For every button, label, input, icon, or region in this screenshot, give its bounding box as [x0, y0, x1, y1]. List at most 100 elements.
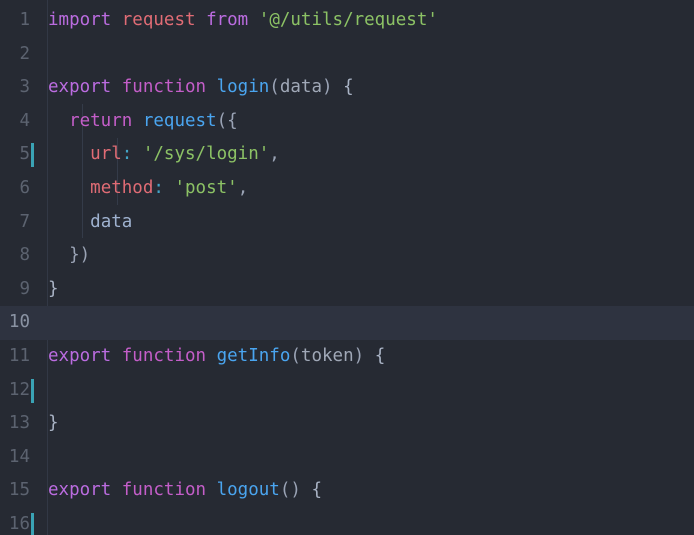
- line-number: 6: [19, 177, 30, 198]
- code-line[interactable]: 6 method: 'post',: [0, 172, 694, 206]
- code-token: from: [206, 10, 249, 30]
- line-number: 16: [8, 513, 30, 534]
- code-line-content[interactable]: method: 'post',: [30, 172, 694, 206]
- code-token: ({: [216, 110, 238, 131]
- code-token: function: [121, 480, 207, 501]
- code-line-content[interactable]: export function logout() {: [30, 474, 694, 508]
- code-token: '/sys/login': [142, 144, 270, 165]
- code-line[interactable]: 15 export function logout() {: [0, 474, 694, 508]
- code-token: }: [48, 413, 59, 434]
- code-line-content[interactable]: import request from '@/utils/request': [30, 4, 694, 38]
- code-token: import: [48, 10, 112, 30]
- line-number: 14: [8, 446, 30, 467]
- code-token: login: [216, 77, 270, 98]
- code-token: (: [269, 77, 280, 98]
- line-number: 2: [19, 43, 30, 64]
- code-line-content[interactable]: }: [30, 273, 694, 307]
- code-line-content[interactable]: return request({: [30, 105, 694, 139]
- code-line[interactable]: 1 import request from '@/utils/request': [0, 4, 694, 38]
- code-line[interactable]: 4 return request({: [0, 105, 694, 139]
- code-token: }: [48, 278, 59, 299]
- code-token: ): [322, 77, 333, 98]
- code-line[interactable]: 2: [0, 38, 694, 72]
- code-token: ,: [237, 177, 249, 198]
- line-number: 7: [19, 211, 30, 232]
- code-editor[interactable]: 1 import request from '@/utils/request' 2 3…: [0, 0, 694, 535]
- code-line[interactable]: 11 export function getInfo(token) {: [0, 340, 694, 374]
- code-token: ): [353, 345, 365, 366]
- line-number: 11: [8, 345, 30, 366]
- code-token: url: [90, 144, 122, 165]
- code-token: method: [90, 177, 154, 198]
- code-line-content[interactable]: }: [30, 407, 694, 441]
- code-line[interactable]: 3 export function login(data) {: [0, 71, 694, 105]
- code-line[interactable]: 16: [0, 508, 694, 535]
- code-token: (: [290, 345, 301, 366]
- code-token: data: [90, 211, 133, 232]
- code-token: return: [69, 110, 133, 131]
- code-line-list[interactable]: 1 import request from '@/utils/request' 2 3…: [0, 4, 694, 535]
- code-line-content[interactable]: data: [30, 206, 694, 240]
- line-number: 12: [8, 379, 30, 400]
- code-line[interactable]: 10: [0, 306, 694, 340]
- code-token: ,: [269, 144, 280, 165]
- code-token: 'post': [174, 177, 238, 198]
- code-token: getInfo: [216, 345, 291, 366]
- code-token: }): [69, 245, 91, 266]
- code-token: function: [121, 345, 207, 366]
- code-token: export: [48, 345, 112, 366]
- code-line[interactable]: 9}: [0, 273, 694, 307]
- code-line-content[interactable]: }): [30, 239, 694, 273]
- line-number: 13: [8, 413, 30, 434]
- line-number: 15: [8, 480, 30, 501]
- code-line[interactable]: 5 url: '/sys/login',: [0, 138, 694, 172]
- code-line[interactable]: 7 data: [0, 206, 694, 240]
- code-line-content[interactable]: export function login(data) {: [30, 71, 694, 105]
- line-number: 5: [19, 144, 30, 165]
- code-token: token: [300, 345, 354, 366]
- code-token: logout: [216, 480, 280, 501]
- code-line[interactable]: 14: [0, 441, 694, 475]
- code-line-content[interactable]: url: '/sys/login',: [30, 138, 694, 172]
- code-token: {: [343, 77, 354, 98]
- code-token: {: [311, 480, 322, 501]
- line-number: 4: [19, 110, 30, 131]
- code-line[interactable]: 8 }): [0, 239, 694, 273]
- line-number: 3: [19, 77, 30, 98]
- line-number: 1: [19, 10, 30, 30]
- code-token: {: [374, 345, 386, 366]
- code-token: export: [48, 77, 112, 98]
- code-token: :: [153, 177, 164, 198]
- code-token: (): [279, 480, 301, 501]
- code-token: '@/utils/request': [258, 10, 438, 30]
- line-number: 8: [19, 245, 30, 266]
- code-token: export: [48, 480, 112, 501]
- code-line[interactable]: 13}: [0, 407, 694, 441]
- code-token: data: [279, 77, 322, 98]
- code-token: request: [142, 110, 217, 131]
- code-token: request: [121, 10, 196, 30]
- code-line-content[interactable]: export function getInfo(token) {: [30, 340, 694, 374]
- text-cursor: [31, 512, 34, 535]
- text-cursor: [31, 378, 34, 403]
- code-token: function: [121, 77, 207, 98]
- code-token: :: [121, 144, 133, 165]
- line-number: 10: [8, 312, 30, 333]
- code-line[interactable]: 12: [0, 374, 694, 408]
